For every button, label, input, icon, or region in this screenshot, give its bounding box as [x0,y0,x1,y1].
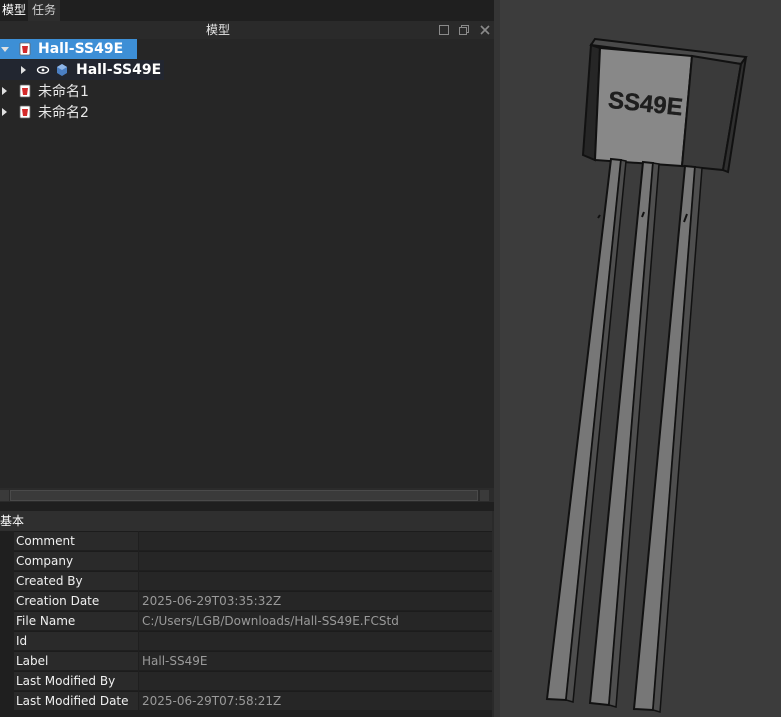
tab-tasks[interactable]: 任务 [28,0,61,21]
property-row[interactable]: Id [0,631,494,651]
property-group-header[interactable]: 基本 [0,511,494,531]
tree-item-label: 未命名2 [38,105,89,121]
dock-title-bar: 模型 [0,21,494,39]
panel-splitter[interactable] [0,502,494,511]
property-value[interactable] [139,531,492,550]
property-name: File Name [14,611,138,630]
tree-item-part[interactable]: Hall-SS49E [0,60,164,80]
float-icon[interactable] [458,24,470,36]
tree-item-document[interactable]: 未命名1 [0,81,89,101]
viewport-divider[interactable] [494,0,500,717]
chevron-down-icon[interactable] [1,46,9,52]
property-value[interactable] [139,631,492,650]
part-icon [57,64,67,76]
3d-viewport[interactable]: SS49E [494,0,781,717]
hall-sensor-model[interactable]: SS49E [494,0,781,717]
property-name: Created By [14,571,138,590]
tree-item-document[interactable]: Hall-SS49E [0,39,137,59]
property-row[interactable]: Company [0,551,494,571]
maximize-icon[interactable] [438,24,450,36]
scroll-right-button[interactable] [480,490,489,501]
property-row[interactable]: Comment [0,531,494,551]
property-value[interactable] [139,671,492,690]
tree-item-document[interactable]: 未命名2 [0,102,89,122]
property-name: Id [14,631,138,650]
property-value[interactable]: 2025-06-29T03:35:32Z [139,591,492,610]
chevron-right-icon[interactable] [2,87,7,95]
scrollbar-handle[interactable] [10,490,478,501]
horizontal-scrollbar[interactable] [0,488,494,502]
property-name: Company [14,551,138,570]
property-row[interactable]: Last Modified By [0,671,494,691]
property-name: Last Modified Date [14,691,138,710]
model-tree: Hall-SS49E Hall-SS49E 未命名1 未命名2 [0,39,494,488]
property-value[interactable] [139,551,492,570]
dock-title: 模型 [205,23,230,37]
property-row[interactable]: Label Hall-SS49E [0,651,494,671]
document-icon [19,42,31,56]
tree-item-label: 未命名1 [38,84,89,100]
chevron-right-icon[interactable] [2,108,7,116]
scroll-left-button[interactable] [0,490,9,501]
document-icon [19,84,31,98]
document-icon [19,105,31,119]
property-value[interactable]: C:/Users/LGB/Downloads/Hall-SS49E.FCStd [139,611,492,630]
property-name: Label [14,651,138,670]
property-row[interactable]: File Name C:/Users/LGB/Downloads/Hall-SS… [0,611,494,631]
eye-icon[interactable] [36,65,50,75]
property-row[interactable]: Creation Date 2025-06-29T03:35:32Z [0,591,494,611]
tree-item-label: Hall-SS49E [38,41,124,57]
property-name: Creation Date [14,591,138,610]
panel-tabs: 模型 任务 [0,0,61,21]
property-name: Last Modified By [14,671,138,690]
tree-item-label: Hall-SS49E [76,62,162,78]
chevron-right-icon[interactable] [21,66,26,74]
property-row[interactable]: Last Modified Date 2025-06-29T07:58:21Z [0,691,494,711]
combo-view-panel: 模型 任务 模型 Hall-SS49E Hall-SS49E 未命名1 未命名2… [0,0,494,717]
close-icon[interactable] [479,24,491,36]
property-value[interactable]: 2025-06-29T07:58:21Z [139,691,492,710]
tab-model[interactable]: 模型 [0,0,28,21]
property-value[interactable]: Hall-SS49E [139,651,492,670]
property-name: Comment [14,531,138,550]
property-view: 基本 Comment Company Created By Creation D… [0,511,494,717]
property-row[interactable]: Created By [0,571,494,591]
property-value[interactable] [139,571,492,590]
